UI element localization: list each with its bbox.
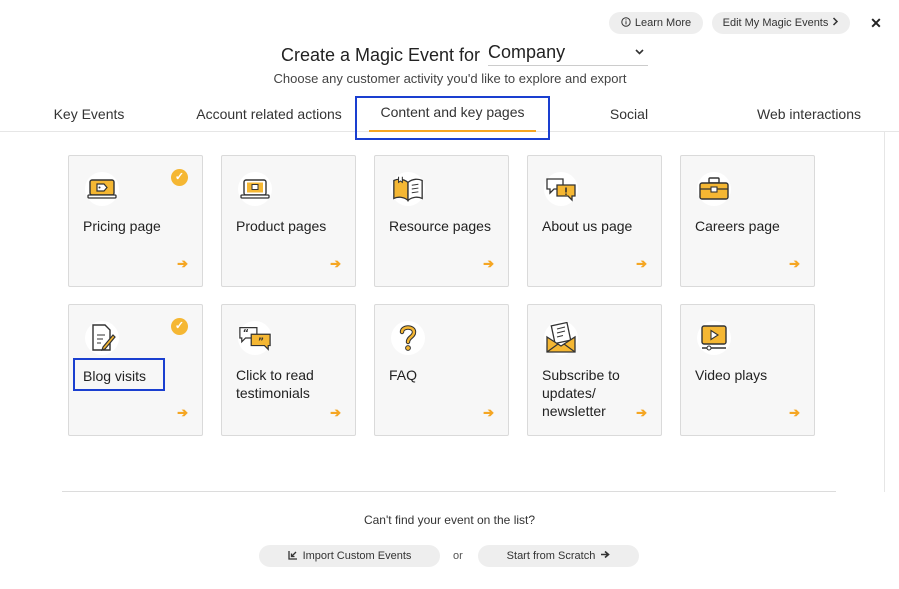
- card-careers-page[interactable]: Careers page ➔: [680, 155, 815, 287]
- video-player-icon: [697, 321, 731, 355]
- tab-social[interactable]: Social: [604, 96, 654, 132]
- start-from-scratch-label: Start from Scratch: [506, 550, 596, 562]
- company-select-value: Company: [488, 42, 566, 62]
- arrow-right-icon: ➔: [330, 405, 341, 420]
- tab-content-and-key-pages-label: Content and key pages: [380, 104, 525, 120]
- card-product-pages[interactable]: Product pages ➔: [221, 155, 356, 287]
- import-icon: [287, 550, 298, 563]
- card-pricing-page[interactable]: ✓ Pricing page ➔: [68, 155, 203, 287]
- card-label: Click to read testimonials: [236, 367, 314, 401]
- tab-content-and-key-pages[interactable]: Content and key pages: [355, 96, 550, 140]
- card-click-to-read-testimonials[interactable]: “” Click to read testimonials ➔: [221, 304, 356, 436]
- company-select[interactable]: Company: [488, 42, 649, 66]
- close-icon[interactable]: ✕: [866, 13, 886, 33]
- card-blog-visits[interactable]: ✓ Blog visits ➔: [68, 304, 203, 436]
- import-custom-events-label: Import Custom Events: [302, 550, 412, 562]
- info-icon: [621, 16, 631, 30]
- card-label: FAQ: [389, 367, 418, 383]
- edit-magic-events-label: Edit My Magic Events: [722, 17, 829, 29]
- card-label: Pricing page: [83, 218, 161, 234]
- chevron-down-icon: [635, 47, 644, 58]
- chevron-right-icon: [832, 17, 839, 29]
- card-label: Video plays: [695, 367, 768, 383]
- arrow-right-icon: ➔: [789, 256, 800, 271]
- card-subscribe-to-updates-newsletter[interactable]: Subscribe to updates/ newsletter ➔: [527, 304, 662, 436]
- question-mark-icon: [391, 321, 425, 355]
- learn-more-label: Learn More: [634, 17, 692, 29]
- card-label: Product pages: [236, 218, 327, 234]
- arrow-right-icon: ➔: [177, 256, 188, 271]
- arrow-right-icon: ➔: [789, 405, 800, 420]
- arrow-right-icon: ➔: [483, 405, 494, 420]
- envelope-icon: [544, 321, 578, 355]
- arrow-right-icon: ➔: [330, 256, 341, 271]
- svg-text:“: “: [243, 328, 249, 339]
- page-subtitle: Choose any customer activity you'd like …: [273, 71, 627, 86]
- tab-account-related-actions[interactable]: Account related actions: [188, 96, 350, 132]
- svg-text:”: ”: [258, 337, 264, 348]
- price-tag-icon: [85, 172, 119, 206]
- arrow-right-icon: ➔: [636, 405, 647, 420]
- page-title: Create a Magic Event for: [280, 45, 481, 65]
- book-icon: [391, 172, 425, 206]
- chat-bubbles-icon: [544, 172, 578, 206]
- briefcase-icon: [697, 172, 731, 206]
- import-custom-events-button[interactable]: Import Custom Events: [259, 545, 440, 567]
- card-label: About us page: [542, 218, 633, 234]
- checkmark-icon: ✓: [171, 318, 188, 335]
- learn-more-button[interactable]: Learn More: [609, 12, 703, 34]
- arrow-right-icon: ➔: [636, 256, 647, 271]
- page-title-row: Create a Magic Event for Company: [0, 42, 899, 66]
- tab-web-interactions[interactable]: Web interactions: [750, 96, 868, 132]
- tab-key-events[interactable]: Key Events: [48, 96, 130, 132]
- scrollbar-track[interactable]: [884, 132, 885, 492]
- edit-magic-events-button[interactable]: Edit My Magic Events: [712, 12, 850, 34]
- card-about-us-page[interactable]: About us page ➔: [527, 155, 662, 287]
- checkmark-icon: ✓: [171, 169, 188, 186]
- start-from-scratch-button[interactable]: Start from Scratch: [478, 545, 639, 567]
- arrow-right-icon: ➔: [483, 256, 494, 271]
- laptop-icon: [238, 172, 272, 206]
- card-label: Resource pages: [389, 218, 491, 234]
- arrow-right-icon: [600, 550, 611, 562]
- quote-bubbles-icon: “”: [238, 321, 272, 355]
- card-label: Blog visits: [83, 368, 147, 384]
- category-tabs: Key Events Account related actions Conte…: [0, 96, 899, 140]
- document-pen-icon: [85, 321, 119, 355]
- cant-find-text: Can't find your event on the list?: [363, 513, 536, 527]
- card-faq[interactable]: FAQ ➔: [374, 304, 509, 436]
- arrow-right-icon: ➔: [177, 405, 188, 420]
- divider: [62, 491, 836, 492]
- or-text: or: [453, 550, 463, 562]
- card-resource-pages[interactable]: Resource pages ➔: [374, 155, 509, 287]
- card-video-plays[interactable]: Video plays ➔: [680, 304, 815, 436]
- active-tab-underline: [369, 130, 536, 132]
- card-label: Careers page: [695, 218, 780, 234]
